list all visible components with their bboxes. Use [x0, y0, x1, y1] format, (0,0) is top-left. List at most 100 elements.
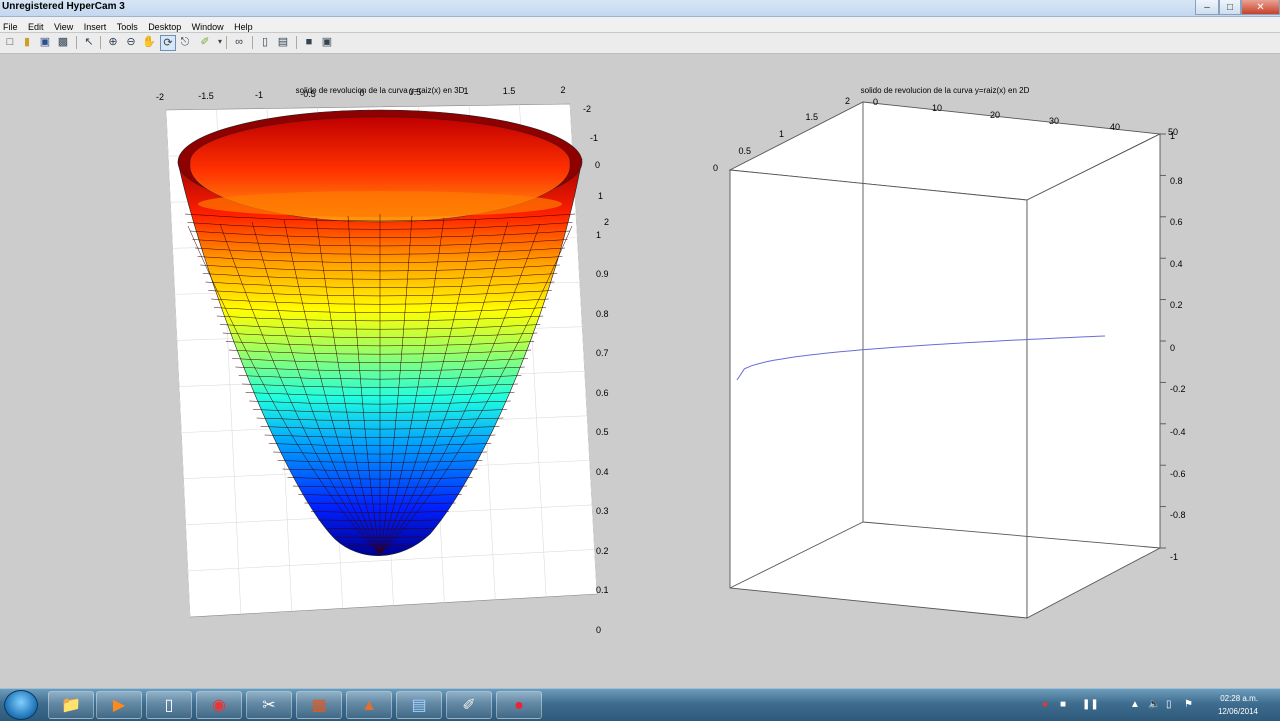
zoom-out-icon[interactable]: ⊖: [124, 35, 138, 49]
new-figure-icon[interactable]: □: [3, 35, 17, 49]
clock-date[interactable]: 12/06/2014: [1218, 707, 1258, 716]
left-plot-title: solido de revolucion de la curva y=raiz(…: [296, 86, 465, 95]
pan-hand-icon[interactable]: ✋: [142, 35, 156, 49]
z-tick: 0.8: [1170, 176, 1183, 186]
minimize-button[interactable]: –: [1195, 0, 1219, 15]
snipping-tool-icon[interactable]: ✂: [246, 691, 292, 719]
x-tick: -2: [156, 92, 164, 102]
window-title: Unregistered HyperCam 3: [2, 1, 125, 12]
save-icon[interactable]: ▣: [38, 35, 52, 49]
menu-window[interactable]: Window: [189, 20, 227, 32]
y-tick: 1: [779, 129, 784, 139]
menu-tools[interactable]: Tools: [114, 20, 141, 32]
y-tick: 2: [604, 217, 609, 227]
z-tick: 0.6: [596, 388, 609, 398]
folder-icon[interactable]: 📁: [48, 691, 94, 719]
start-button[interactable]: [4, 690, 38, 720]
x-tick: 0.5: [409, 87, 422, 97]
document-icon[interactable]: ▯: [146, 691, 192, 719]
x-tick: 0: [359, 88, 364, 98]
x-tick: 1.5: [503, 86, 516, 96]
stop-icon[interactable]: ■: [1060, 699, 1066, 710]
figure-toolbar: □ ▮ ▣ ▩ ↖ ⊕ ⊖ ✋ ⟳ ⎋ ✐ ▾ ∞ ▯ ▤ ■ ▣: [0, 33, 1280, 54]
y-tick: 2: [845, 96, 850, 106]
select-arrow-icon[interactable]: ↖: [82, 35, 96, 49]
explorer-icon[interactable]: ▤: [396, 691, 442, 719]
y-tick: 1: [598, 191, 603, 201]
chrome-icon[interactable]: ◉: [196, 691, 242, 719]
x-tick: -0.5: [300, 89, 316, 99]
z-tick: -0.4: [1170, 427, 1186, 437]
open-file-icon[interactable]: ▮: [20, 35, 34, 49]
record-status-icon[interactable]: ●: [1042, 699, 1048, 710]
z-tick: -0.2: [1170, 384, 1186, 394]
z-tick: 1: [596, 230, 601, 240]
y-tick: 1.5: [805, 112, 818, 122]
action-center-icon[interactable]: ⚑: [1184, 699, 1193, 710]
z-tick: 0.1: [596, 585, 609, 595]
x-tick: 1: [463, 86, 468, 96]
toolbar-separator: [100, 36, 101, 49]
x-tick: 30: [1049, 116, 1059, 126]
hide-plot-tools-icon[interactable]: ■: [302, 35, 316, 49]
hypercam-record-icon[interactable]: ●: [496, 691, 542, 719]
brush-icon[interactable]: ✐: [198, 35, 212, 49]
z-tick: -0.8: [1170, 510, 1186, 520]
menu-help[interactable]: Help: [231, 20, 256, 32]
plots-svg: [0, 54, 1280, 688]
menu-insert[interactable]: Insert: [81, 20, 110, 32]
z-tick: 1: [1170, 131, 1175, 141]
menu-desktop[interactable]: Desktop: [145, 20, 184, 32]
link-plot-icon[interactable]: ∞: [232, 35, 246, 49]
window-title-bar[interactable]: Unregistered HyperCam 3 – □ ✕: [0, 0, 1280, 17]
z-tick: 0.6: [1170, 217, 1183, 227]
y-tick: -2: [583, 104, 591, 114]
z-tick: 0.5: [596, 427, 609, 437]
figure-canvas[interactable]: solido de revolucion de la curva y=raiz(…: [0, 54, 1280, 688]
menu-file[interactable]: File: [0, 20, 21, 32]
z-tick: 0.7: [596, 348, 609, 358]
x-tick: 20: [990, 110, 1000, 120]
powerpoint-icon[interactable]: ▩: [296, 691, 342, 719]
print-icon[interactable]: ▩: [56, 35, 70, 49]
toolbar-separator: [296, 36, 297, 49]
maximize-button[interactable]: □: [1219, 0, 1241, 15]
menu-edit[interactable]: Edit: [25, 20, 47, 32]
system-tray: ● ■ ❚❚ ▲ 🔈 ▯ ⚑ 02:28 a.m. 12/06/2014: [1030, 689, 1280, 721]
z-tick: 0.4: [596, 467, 609, 477]
network-icon[interactable]: ▯: [1166, 699, 1172, 710]
matlab-icon[interactable]: ▲: [346, 691, 392, 719]
y-tick: 0: [595, 160, 600, 170]
z-tick: 0.9: [596, 269, 609, 279]
right-tick-marks: [1160, 134, 1166, 548]
clock-time[interactable]: 02:28 a.m.: [1220, 694, 1258, 703]
right-plot-title: solido de revolucion de la curva y=raiz(…: [861, 86, 1030, 95]
y-tick: -1: [590, 133, 598, 143]
z-tick: 0.8: [596, 309, 609, 319]
z-tick: -1: [1170, 552, 1178, 562]
pause-icon[interactable]: ❚❚: [1082, 699, 1099, 710]
x-tick: 0: [873, 97, 878, 107]
toolbar-separator: [76, 36, 77, 49]
z-tick: 0.2: [596, 546, 609, 556]
rotate-3d-icon[interactable]: ⟳: [160, 35, 176, 51]
paint-icon[interactable]: ✐: [446, 691, 492, 719]
z-tick: 0: [1170, 343, 1175, 353]
show-plot-tools-icon[interactable]: ▣: [320, 35, 334, 49]
show-hidden-icons[interactable]: ▲: [1130, 699, 1140, 710]
right-axes-3d: [730, 102, 1166, 618]
zoom-in-icon[interactable]: ⊕: [106, 35, 120, 49]
volume-icon[interactable]: 🔈: [1148, 699, 1160, 710]
media-player-icon[interactable]: ▶: [96, 691, 142, 719]
close-button[interactable]: ✕: [1241, 0, 1280, 15]
data-cursor-icon[interactable]: ⎋: [178, 35, 192, 49]
colorbar-icon[interactable]: ▯: [258, 35, 272, 49]
brush-dropdown-icon[interactable]: ▾: [213, 35, 227, 49]
x-tick: 2: [560, 85, 565, 95]
legend-icon[interactable]: ▤: [276, 35, 290, 49]
x-tick: 10: [932, 103, 942, 113]
z-tick: 0: [596, 625, 601, 635]
z-tick: -0.6: [1170, 469, 1186, 479]
menu-view[interactable]: View: [51, 20, 76, 32]
taskbar: 📁 ▶ ▯ ◉ ✂ ▩ ▲ ▤ ✐ ● ● ■ ❚❚ ▲ 🔈 ▯ ⚑ 02:28…: [0, 688, 1280, 721]
